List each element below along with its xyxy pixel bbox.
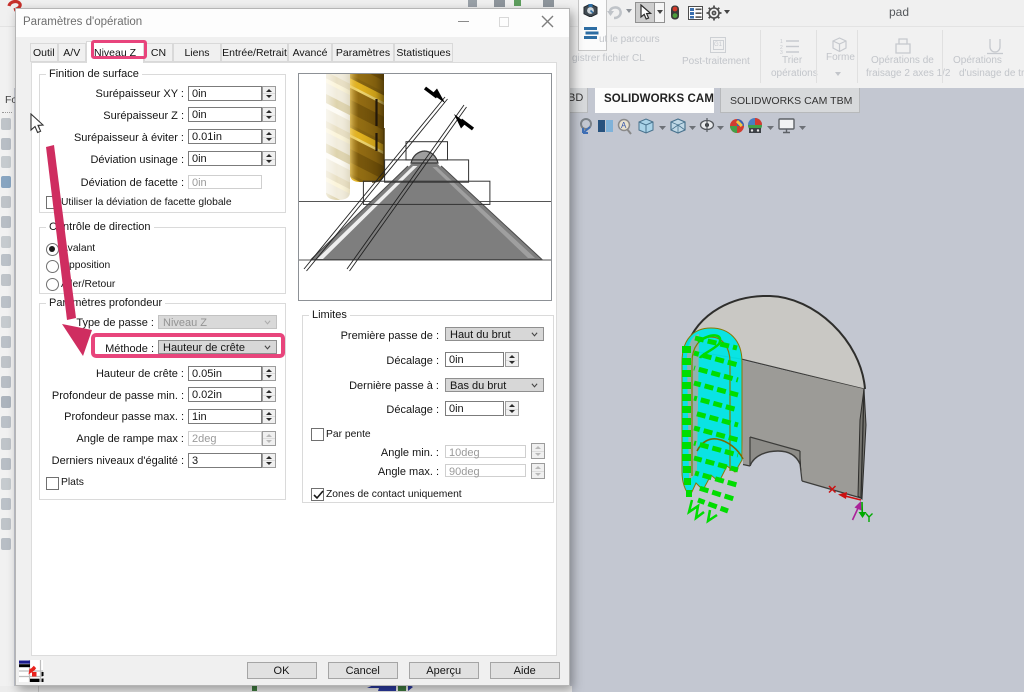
svg-text:A: A bbox=[621, 121, 627, 130]
svg-text:3: 3 bbox=[780, 50, 783, 54]
